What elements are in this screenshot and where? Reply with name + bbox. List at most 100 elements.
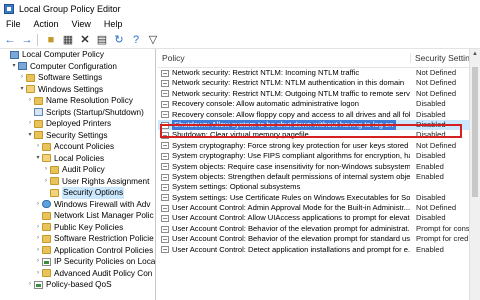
policy-name-cell: System objects: Strengthen default permi… [158, 172, 410, 182]
policy-row[interactable]: Network security: Restrict NTLM: Incomin… [158, 68, 480, 78]
tree-item[interactable]: › Account Policies [0, 141, 155, 153]
collapsed-chevron-icon[interactable]: › [26, 95, 34, 107]
policy-row[interactable]: User Account Control: Detect application… [158, 245, 480, 255]
collapsed-chevron-icon[interactable]: › [34, 245, 42, 257]
policy-row[interactable]: Network security: Restrict NTLM: NTLM au… [158, 78, 480, 88]
policy-setting-icon [161, 69, 169, 77]
policy-row[interactable]: System cryptography: Force strong key pr… [158, 141, 480, 151]
tree-item[interactable]: Scripts (Startup/Shutdown) [0, 107, 155, 119]
policy-row[interactable]: User Account Control: Behavior of the el… [158, 224, 480, 234]
refresh-icon[interactable]: ↻ [112, 33, 126, 47]
expanded-chevron-icon[interactable]: ▾ [10, 61, 18, 73]
properties-icon[interactable]: ▤ [95, 33, 109, 47]
tree-item[interactable]: Local Computer Policy [0, 49, 155, 61]
expanded-chevron-icon[interactable]: ▾ [18, 84, 26, 96]
policy-row[interactable]: User Account Control: Admin Approval Mod… [158, 203, 480, 213]
tree-item-label: Advanced Audit Policy Con [54, 268, 153, 278]
tree-item[interactable]: ▾ Windows Settings [0, 84, 155, 96]
collapsed-chevron-icon[interactable]: › [26, 279, 34, 291]
policy-row[interactable]: System cryptography: Use FIPS compliant … [158, 151, 480, 161]
policy-setting-icon [161, 215, 169, 223]
collapsed-chevron-icon[interactable]: › [34, 222, 42, 234]
policy-row[interactable]: System objects: Require case insensitivi… [158, 162, 480, 172]
tree-item[interactable]: › User Rights Assignment [0, 176, 155, 188]
console-tree[interactable]: Local Computer Policy ▾ Computer Configura… [0, 49, 156, 300]
tree-item[interactable]: › Software Settings [0, 72, 155, 84]
collapsed-chevron-icon[interactable]: › [34, 141, 42, 153]
forward-arrow-icon[interactable]: → [20, 33, 34, 47]
policy-row[interactable]: Shutdown: Clear virtual memory pagefile D… [158, 130, 480, 140]
filter-icon[interactable]: ▽ [146, 33, 160, 47]
policy-setting-icon [161, 204, 169, 212]
expanded-chevron-icon[interactable]: ▾ [26, 130, 34, 142]
policy-list: Policy Security Setting Network security… [158, 49, 480, 300]
back-arrow-icon[interactable]: ← [3, 33, 17, 47]
up-folder-icon[interactable]: ■ [44, 33, 58, 47]
collapsed-chevron-icon[interactable]: › [42, 164, 50, 176]
tree-item[interactable]: › Public Key Policies [0, 222, 155, 234]
tree-item[interactable]: › Windows Firewall with Adv [0, 199, 155, 211]
policy-setting-icon [161, 152, 169, 160]
scroll-thumb[interactable] [472, 67, 478, 197]
menu-action[interactable]: Action [28, 19, 66, 29]
collapsed-chevron-icon[interactable]: › [34, 233, 42, 245]
policy-row[interactable]: System settings: Use Certificate Rules o… [158, 193, 480, 203]
folder-icon [42, 246, 51, 255]
scroll-up-icon[interactable]: ▲ [470, 49, 480, 59]
policy-row[interactable]: Shutdown: Allow system to be shut down w… [158, 119, 480, 131]
tree-item[interactable]: › Software Restriction Policie [0, 233, 155, 245]
tree-item[interactable]: ▾ Local Policies [0, 153, 155, 165]
column-header: Policy Security Setting [158, 49, 480, 68]
tree-item[interactable]: › Policy-based QoS [0, 279, 155, 291]
policy-row[interactable]: Recovery console: Allow automatic admini… [158, 99, 480, 109]
collapsed-chevron-icon[interactable]: › [34, 256, 42, 268]
collapsed-chevron-icon[interactable]: › [26, 118, 34, 130]
folder-open-icon [26, 85, 35, 94]
tree-item-label: Computer Configuration [30, 61, 117, 71]
collapsed-chevron-icon[interactable]: › [34, 268, 42, 280]
computer-icon [10, 50, 19, 59]
policy-row[interactable]: Network security: Restrict NTLM: Outgoin… [158, 89, 480, 99]
menu-help[interactable]: Help [98, 19, 130, 29]
tree-item-label: Local Policies [54, 153, 105, 163]
tree-item[interactable]: ▾ Computer Configuration [0, 61, 155, 73]
tree-item[interactable]: Security Options [0, 187, 155, 199]
collapsed-chevron-icon[interactable]: › [34, 199, 42, 211]
help-icon[interactable]: ? [129, 33, 143, 47]
policy-row[interactable]: User Account Control: Allow UIAccess app… [158, 213, 480, 223]
expanded-chevron-icon[interactable]: ▾ [34, 153, 42, 165]
policy-name: Shutdown: Allow system to be shut down w… [172, 119, 396, 131]
delete-icon[interactable]: ✕ [78, 33, 92, 47]
folder-icon [50, 177, 59, 186]
lock-icon [34, 131, 43, 140]
collapsed-chevron-icon[interactable]: › [42, 176, 50, 188]
policy-name-cell: User Account Control: Admin Approval Mod… [158, 203, 410, 213]
collapsed-chevron-icon[interactable]: › [18, 72, 26, 84]
tree-item[interactable]: ▾ Security Settings [0, 130, 155, 142]
policy-name: System objects: Require case insensitivi… [172, 161, 410, 171]
policy-row[interactable]: Recovery console: Allow floppy copy and … [158, 110, 480, 120]
tree-item[interactable]: › Application Control Policies [0, 245, 155, 257]
chart-icon [42, 257, 51, 266]
tree-item-label: Audit Policy [62, 165, 105, 174]
tree-item[interactable]: › IP Security Policies on Loca [0, 256, 155, 268]
policy-row[interactable]: User Account Control: Behavior of the el… [158, 234, 480, 244]
policy-name: Recovery console: Allow automatic admini… [172, 99, 359, 109]
folder-icon [42, 223, 51, 232]
menu-file[interactable]: File [0, 19, 28, 29]
tree-item[interactable]: › Name Resolution Policy [0, 95, 155, 107]
column-policy[interactable]: Policy [158, 53, 410, 63]
menu-view[interactable]: View [66, 19, 98, 29]
policy-row[interactable]: System settings: Optional subsystems [158, 182, 480, 192]
policy-setting-icon [161, 235, 169, 243]
vertical-scrollbar[interactable]: ▲ [469, 49, 480, 300]
policy-name: Shutdown: Clear virtual memory pagefile [172, 130, 309, 140]
tree-item[interactable]: › Advanced Audit Policy Con [0, 268, 155, 280]
policy-setting-icon [161, 246, 169, 254]
policy-row[interactable]: System objects: Strengthen default permi… [158, 172, 480, 182]
show-hide-tree-icon[interactable]: ▦ [61, 33, 75, 47]
tree-item[interactable]: › Deployed Printers [0, 118, 155, 130]
policy-name-cell: System settings: Use Certificate Rules o… [158, 193, 410, 203]
tree-item[interactable]: › Audit Policy [0, 164, 155, 176]
tree-item[interactable]: Network List Manager Polic [0, 210, 155, 222]
